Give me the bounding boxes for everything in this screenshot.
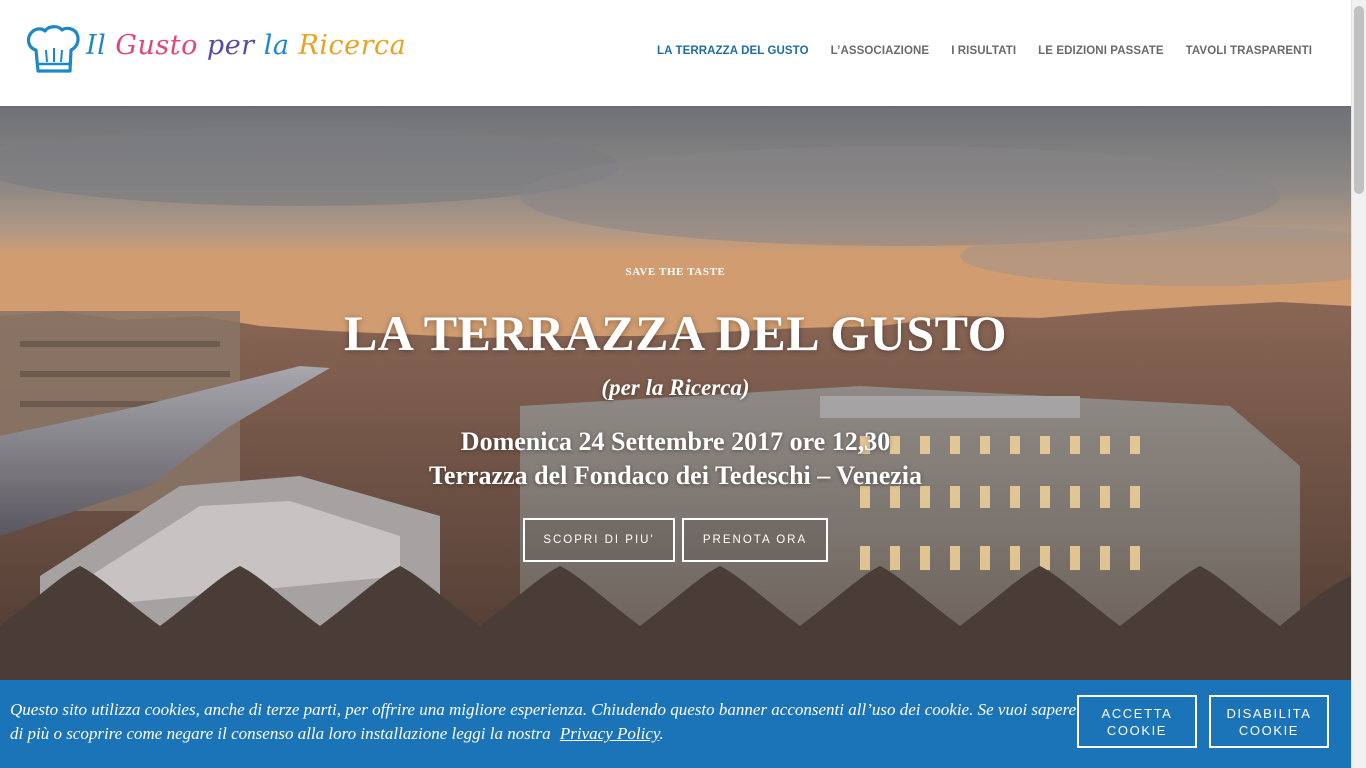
site-header: Il Gusto per la Ricerca LA TERRAZZA DEL …: [0, 0, 1351, 106]
nav-item-tavoli-trasparenti[interactable]: TAVOLI TRASPARENTI: [1186, 45, 1312, 57]
hero-subtitle: (per la Ricerca): [601, 375, 750, 400]
nav-item-associazione[interactable]: L’ASSOCIAZIONE: [831, 45, 930, 57]
chef-hat-icon: [26, 25, 80, 73]
vertical-scrollbar[interactable]: [1351, 0, 1366, 768]
main-nav: LA TERRAZZA DEL GUSTO L’ASSOCIAZIONE I R…: [657, 45, 1312, 57]
discover-more-button[interactable]: SCOPRI DI PIU': [523, 518, 675, 562]
cookie-message-text: Questo sito utilizza cookies, anche di t…: [10, 700, 1077, 743]
scrollbar-thumb[interactable]: [1354, 6, 1364, 194]
logo-word-3: per: [206, 30, 255, 61]
hero-content: SAVE THE TASTE LA TERRAZZA DEL GUSTO (pe…: [0, 106, 1351, 768]
cookie-message-period: .: [659, 724, 664, 743]
logo-word-4: la: [263, 30, 290, 61]
event-location: Terrazza del Fondaco dei Tedeschi – Vene…: [428, 461, 923, 490]
nav-item-terrazza[interactable]: LA TERRAZZA DEL GUSTO: [657, 45, 809, 57]
disable-cookies-button[interactable]: DISABILITA COOKIE: [1209, 695, 1329, 748]
hero-title: LA TERRAZZA DEL GUSTO: [343, 305, 1008, 361]
privacy-policy-link[interactable]: Privacy Policy: [560, 724, 660, 743]
event-date: Domenica 24 Settembre 2017 ore 12,30: [460, 427, 891, 456]
cookie-message: Questo sito utilizza cookies, anche di t…: [10, 698, 1085, 746]
accept-cookies-button[interactable]: ACCETTA COOKIE: [1077, 695, 1197, 748]
book-now-button[interactable]: PRENOTA ORA: [682, 518, 828, 562]
logo-word-2: Gusto: [115, 30, 198, 61]
logo-wordmark: Il Gusto per la Ricerca: [86, 30, 406, 61]
hero-eyebrow: SAVE THE TASTE: [625, 266, 726, 278]
cookie-banner: Questo sito utilizza cookies, anche di t…: [0, 680, 1351, 768]
hero-section: SAVE THE TASTE LA TERRAZZA DEL GUSTO (pe…: [0, 106, 1351, 768]
nav-item-edizioni-passate[interactable]: LE EDIZIONI PASSATE: [1038, 45, 1163, 57]
nav-item-risultati[interactable]: I RISULTATI: [951, 45, 1016, 57]
logo-word-1: Il: [86, 30, 107, 61]
page: Il Gusto per la Ricerca LA TERRAZZA DEL …: [0, 0, 1351, 768]
logo-word-5: Ricerca: [298, 30, 407, 61]
site-logo[interactable]: Il Gusto per la Ricerca: [26, 24, 406, 84]
